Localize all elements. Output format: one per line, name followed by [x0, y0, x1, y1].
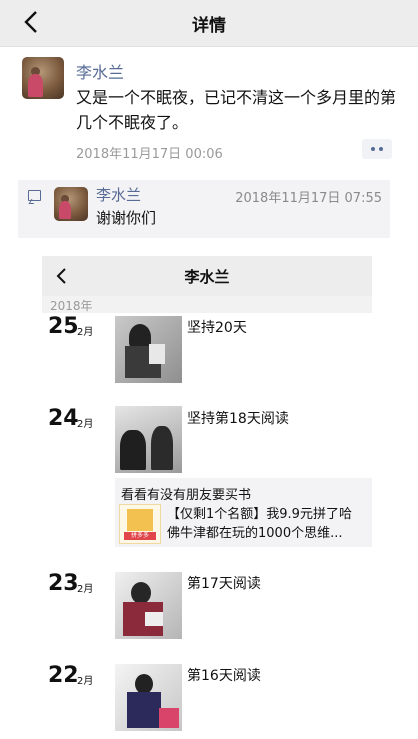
comment-timestamp: 2018年11月17日 07:55 [235, 191, 382, 206]
entry-month: 2月 [77, 584, 94, 595]
entry-month: 2月 [77, 419, 94, 430]
entry-day: 25 [48, 314, 79, 339]
post-detail-screen: 详情 李水兰 又是一个不眠夜，已记不清这一个多月里的第几个不眠夜了。 2018年… [0, 0, 418, 250]
page-title: 详情 [192, 16, 226, 36]
entry-day: 24 [48, 406, 79, 431]
entry-caption[interactable]: 第17天阅读 [187, 573, 261, 593]
entry-photo[interactable] [115, 316, 182, 383]
album-title: 李水兰 [184, 268, 230, 286]
entry-photo[interactable] [115, 572, 182, 639]
navigation-bar: 详情 [0, 0, 418, 47]
post-content: 又是一个不眠夜，已记不清这一个多月里的第几个不眠夜了。 [76, 88, 397, 132]
commenter-name[interactable]: 李水兰 [96, 184, 141, 205]
entry-day: 23 [48, 571, 79, 596]
entry-caption[interactable]: 第16天阅读 [187, 665, 261, 685]
entry-photo[interactable] [115, 664, 182, 731]
more-options-button[interactable] [362, 139, 392, 159]
share-text: 看看有没有朋友要买书 [121, 488, 252, 503]
comment-section: 李水兰 2018年11月17日 07:55 谢谢你们 [18, 180, 390, 238]
author-avatar[interactable] [22, 57, 64, 99]
user-album-screen: 李水兰 2018年 25 2月 坚持20天 24 2月 坚持第18天阅读 看看有… [42, 256, 372, 739]
entry-month: 2月 [77, 327, 94, 338]
album-navigation-bar: 李水兰 [42, 256, 372, 296]
year-header: 2018年 [42, 296, 372, 313]
comment-text[interactable]: 谢谢你们 [96, 207, 156, 228]
entry-day: 22 [48, 663, 79, 688]
shared-link-card[interactable]: 看看有没有朋友要买书 拼多多 【仅剩1个名额】我9.9元拼了哈 佛牛津都在玩的1… [115, 478, 372, 547]
moment-post: 李水兰 又是一个不眠夜，已记不清这一个多月里的第几个不眠夜了。 2018年11月… [0, 47, 418, 250]
entry-caption[interactable]: 坚持第18天阅读 [187, 408, 289, 428]
share-description-line-1: 【仅剩1个名额】我9.9元拼了哈 [167, 507, 352, 522]
author-name[interactable]: 李水兰 [76, 59, 124, 83]
entry-photo[interactable] [115, 406, 182, 473]
entry-month: 2月 [77, 676, 94, 687]
share-description-line-2: 佛牛津都在玩的1000个思维... [167, 526, 343, 541]
pinduoduo-badge: 拼多多 [124, 532, 156, 540]
year-label: 2018年 [50, 299, 93, 313]
post-timestamp: 2018年11月17日 00:06 [76, 147, 223, 162]
book-thumbnail-icon: 拼多多 [119, 504, 161, 544]
comment-icon [28, 190, 41, 201]
entry-caption[interactable]: 坚持20天 [187, 317, 247, 337]
commenter-avatar[interactable] [54, 187, 88, 221]
share-description: 【仅剩1个名额】我9.9元拼了哈 佛牛津都在玩的1000个思维... [167, 505, 367, 543]
